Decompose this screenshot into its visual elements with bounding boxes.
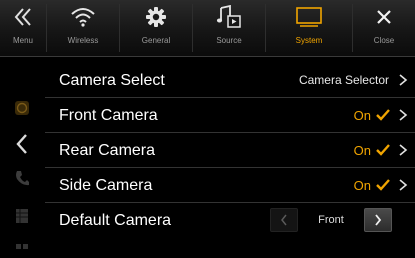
rear-camera-label: Rear Camera xyxy=(59,142,156,159)
sidebar xyxy=(0,60,44,254)
chevron-left-icon xyxy=(281,214,287,226)
tab-general[interactable]: General xyxy=(120,0,192,56)
camera-select-row[interactable]: Camera Select Camera Selector xyxy=(45,63,415,98)
tab-general-label: General xyxy=(141,36,171,45)
chevron-right-icon xyxy=(399,109,408,121)
default-camera-next-button[interactable] xyxy=(364,208,392,232)
chevron-right-icon xyxy=(399,179,408,191)
side-camera-status: On xyxy=(353,178,371,193)
chevron-right-icon xyxy=(375,214,382,226)
checkmark-icon[interactable] xyxy=(375,108,391,122)
side-camera-label: Side Camera xyxy=(59,177,153,194)
tab-source-label: Source xyxy=(216,36,242,45)
close-label: Close xyxy=(373,36,395,45)
grid-icon[interactable] xyxy=(12,206,32,226)
front-camera-row[interactable]: Front Camera On xyxy=(45,98,415,133)
default-camera-value: Front xyxy=(318,214,344,226)
menu-label: Menu xyxy=(12,36,33,45)
music-source-icon xyxy=(216,0,242,34)
rear-camera-status: On xyxy=(353,143,371,158)
default-camera-label: Default Camera xyxy=(59,212,172,229)
rear-camera-row[interactable]: Rear Camera On xyxy=(45,133,415,168)
camera-select-label: Camera Select xyxy=(59,72,165,89)
back-chevron-icon[interactable] xyxy=(12,134,32,154)
camera-select-value: Camera Selector xyxy=(298,73,389,87)
phone-icon[interactable] xyxy=(12,168,32,188)
checkmark-icon[interactable] xyxy=(375,143,391,157)
tab-system[interactable]: System xyxy=(266,0,352,56)
close-icon xyxy=(376,0,392,34)
checkmark-icon[interactable] xyxy=(375,178,391,192)
tab-wireless[interactable]: Wireless xyxy=(47,0,119,56)
settings-screen: Menu Wireless General Source System Clos… xyxy=(0,0,415,254)
double-chevron-left-icon xyxy=(14,0,32,34)
side-camera-row[interactable]: Side Camera On xyxy=(45,168,415,203)
tab-system-label: System xyxy=(295,36,323,45)
default-camera-row: Default Camera Front xyxy=(45,203,415,238)
default-camera-prev-button[interactable] xyxy=(270,208,298,232)
wifi-icon xyxy=(70,0,96,34)
clock-icon[interactable] xyxy=(12,98,32,118)
front-camera-status: On xyxy=(353,108,371,123)
menu-button[interactable]: Menu xyxy=(0,0,46,56)
tab-wireless-label: Wireless xyxy=(67,36,99,45)
close-button[interactable]: Close xyxy=(353,0,415,56)
top-bar: Menu Wireless General Source System Clos… xyxy=(0,0,415,57)
camera-settings-list: Camera Select Camera Selector Front Came… xyxy=(45,63,415,238)
chevron-right-icon xyxy=(399,74,408,86)
front-camera-label: Front Camera xyxy=(59,107,158,124)
monitor-icon xyxy=(294,0,324,34)
apps-icon[interactable] xyxy=(12,238,32,258)
chevron-right-icon xyxy=(399,144,408,156)
tab-source[interactable]: Source xyxy=(193,0,265,56)
gear-icon xyxy=(145,0,167,34)
